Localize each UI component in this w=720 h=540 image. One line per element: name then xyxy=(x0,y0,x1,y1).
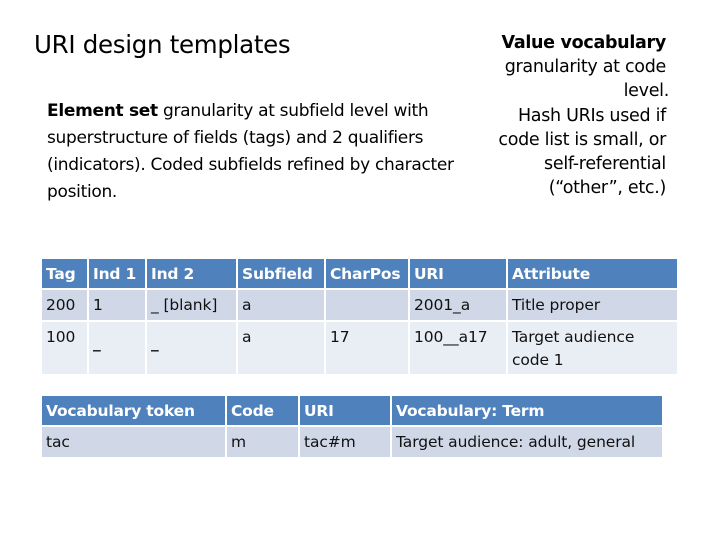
value-vocab-line-2: level. xyxy=(623,81,670,102)
element-set-lead: Element set xyxy=(47,101,158,121)
cell-attribute: Target audience code 1 xyxy=(508,322,677,374)
cell-subfield: a xyxy=(238,290,324,320)
column-header-tag: Tag xyxy=(42,259,87,288)
value-vocabulary-note: Value vocabulary granularity at code lev… xyxy=(452,31,670,200)
cell-uri: 2001_a xyxy=(410,290,506,320)
cell-vocabulary-term: Target audience: adult, general xyxy=(392,427,662,457)
column-header-charpos: CharPos xyxy=(326,259,408,288)
column-header-uri: URI xyxy=(300,396,390,425)
cell-ind1: 1 xyxy=(89,290,145,320)
column-header-uri: URI xyxy=(410,259,506,288)
table-row: 100 _ _ a 17 100__a17 Target audience co… xyxy=(42,322,677,374)
column-header-vocabulary-term: Vocabulary: Term xyxy=(392,396,662,425)
column-header-code: Code xyxy=(227,396,298,425)
cell-charpos: 17 xyxy=(326,322,408,374)
value-vocab-lead: Value vocabulary xyxy=(501,33,667,53)
column-header-attribute: Attribute xyxy=(508,259,677,288)
cell-tag: 100 xyxy=(42,322,87,374)
value-vocab-line-3: Hash URIs used if xyxy=(517,105,666,126)
cell-ind2: _ xyxy=(147,322,236,374)
cell-uri: 100__a17 xyxy=(410,322,506,374)
vocabulary-uri-table: Vocabulary token Code URI Vocabulary: Te… xyxy=(40,394,664,459)
column-header-ind1: Ind 1 xyxy=(89,259,145,288)
cell-attribute: Title proper xyxy=(508,290,677,320)
table-header-row: Vocabulary token Code URI Vocabulary: Te… xyxy=(42,396,662,425)
cell-subfield: a xyxy=(238,322,324,374)
value-vocab-line-6: (“other”, etc.) xyxy=(548,178,667,199)
slide-title: URI design templates xyxy=(34,30,291,59)
column-header-subfield: Subfield xyxy=(238,259,324,288)
table-row: tac m tac#m Target audience: adult, gene… xyxy=(42,427,662,457)
cell-ind2: _ [blank] xyxy=(147,290,236,320)
cell-ind1: _ xyxy=(89,322,145,374)
value-vocab-line-5: self-referential xyxy=(544,154,666,175)
cell-charpos xyxy=(326,290,408,320)
cell-code: m xyxy=(227,427,298,457)
value-vocab-line-4: code list is small, or xyxy=(498,129,666,150)
cell-uri: tac#m xyxy=(300,427,390,457)
cell-tag: 200 xyxy=(42,290,87,320)
marc-uri-table: Tag Ind 1 Ind 2 Subfield CharPos URI Att… xyxy=(40,257,679,376)
column-header-ind2: Ind 2 xyxy=(147,259,236,288)
element-set-note: Element set granularity at subfield leve… xyxy=(47,98,457,206)
value-vocab-line-1: granularity at code xyxy=(504,57,667,78)
column-header-vocabulary-token: Vocabulary token xyxy=(42,396,225,425)
table-row: 200 1 _ [blank] a 2001_a Title proper xyxy=(42,290,677,320)
table-header-row: Tag Ind 1 Ind 2 Subfield CharPos URI Att… xyxy=(42,259,677,288)
cell-vocabulary-token: tac xyxy=(42,427,225,457)
